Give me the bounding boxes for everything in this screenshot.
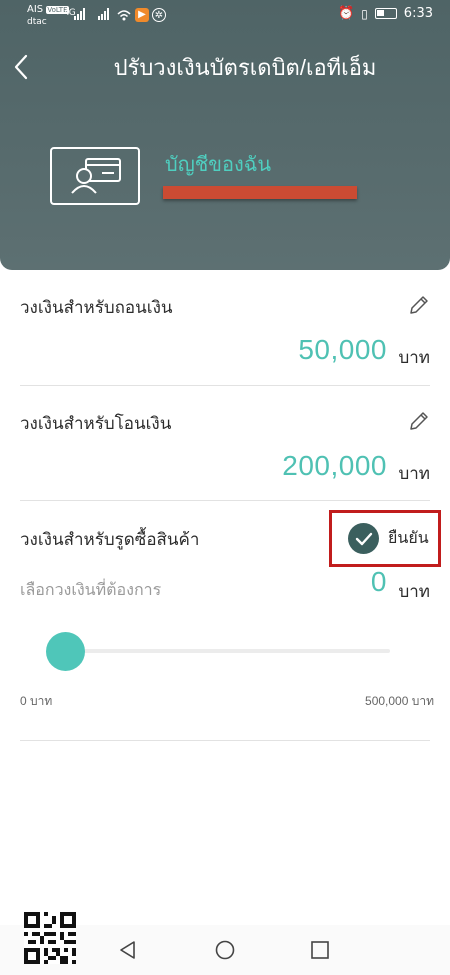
- limit-slider-track[interactable]: [60, 649, 390, 653]
- pencil-edit-icon[interactable]: [408, 410, 430, 432]
- back-arrow-icon[interactable]: [10, 52, 34, 82]
- pencil-edit-icon[interactable]: [408, 294, 430, 316]
- account-name: บัญชีของฉัน: [165, 154, 272, 176]
- carrier-label: AIS: [27, 4, 44, 15]
- clock-time: 6:33: [403, 6, 433, 21]
- purchase-limit-label: วงเงินสำหรับรูดซื้อสินค้า: [20, 530, 200, 549]
- slider-max-label: 500,000 บาท: [365, 694, 434, 708]
- signal-icon: [98, 8, 109, 20]
- confirm-button[interactable]: ยืนยัน: [388, 526, 429, 551]
- qr-code-icon: [24, 912, 76, 964]
- currency-unit: บาท: [398, 348, 430, 367]
- nav-back-icon[interactable]: [118, 940, 138, 960]
- confirm-button-highlight: ยืนยัน: [329, 510, 441, 567]
- transfer-limit-section: วงเงินสำหรับโอนเงิน 200,000 บาท: [20, 408, 430, 483]
- alarm-icon: ⏰: [338, 6, 355, 21]
- signal-icon: [74, 8, 85, 20]
- app-notification-icon: ▶: [135, 8, 149, 22]
- purchase-limit-amount: 0: [370, 566, 387, 597]
- transfer-limit-amount: 200,000: [282, 450, 387, 481]
- currency-unit: บาท: [398, 582, 430, 601]
- divider: [20, 740, 430, 741]
- carrier-label: dtac: [27, 17, 47, 27]
- battery-icon: [374, 8, 397, 19]
- redacted-account-number: [163, 186, 357, 199]
- currency-unit: บาท: [398, 464, 430, 483]
- page-title: ปรับวงเงินบัตรเดบิต/เอทีเอ็ม: [113, 55, 377, 80]
- app-notification-icon: ✲: [152, 8, 166, 22]
- limit-slider-handle[interactable]: [46, 632, 85, 671]
- wifi-icon: [117, 10, 131, 21]
- slider-min-label: 0 บาท: [20, 694, 53, 708]
- header: AIS VoLTE dtac 4G ▶ ✲ ⏰ ▯ 6:33 ปรับวงเงิ…: [0, 0, 450, 270]
- nav-recents-icon[interactable]: [311, 941, 329, 959]
- nav-home-icon[interactable]: [215, 940, 235, 960]
- divider: [20, 500, 430, 501]
- withdraw-limit-section: วงเงินสำหรับถอนเงิน 50,000 บาท: [20, 292, 430, 367]
- transfer-limit-label: วงเงินสำหรับโอนเงิน: [20, 414, 172, 433]
- card-user-icon: [50, 147, 140, 205]
- divider: [20, 385, 430, 386]
- status-bar: AIS VoLTE dtac 4G ▶ ✲ ⏰ ▯ 6:33: [0, 0, 450, 32]
- select-limit-hint: เลือกวงเงินที่ต้องการ: [20, 582, 162, 599]
- withdraw-limit-label: วงเงินสำหรับถอนเงิน: [20, 298, 173, 317]
- vibrate-icon: ▯: [361, 6, 368, 21]
- withdraw-limit-amount: 50,000: [298, 334, 387, 365]
- checkmark-icon[interactable]: [348, 523, 379, 554]
